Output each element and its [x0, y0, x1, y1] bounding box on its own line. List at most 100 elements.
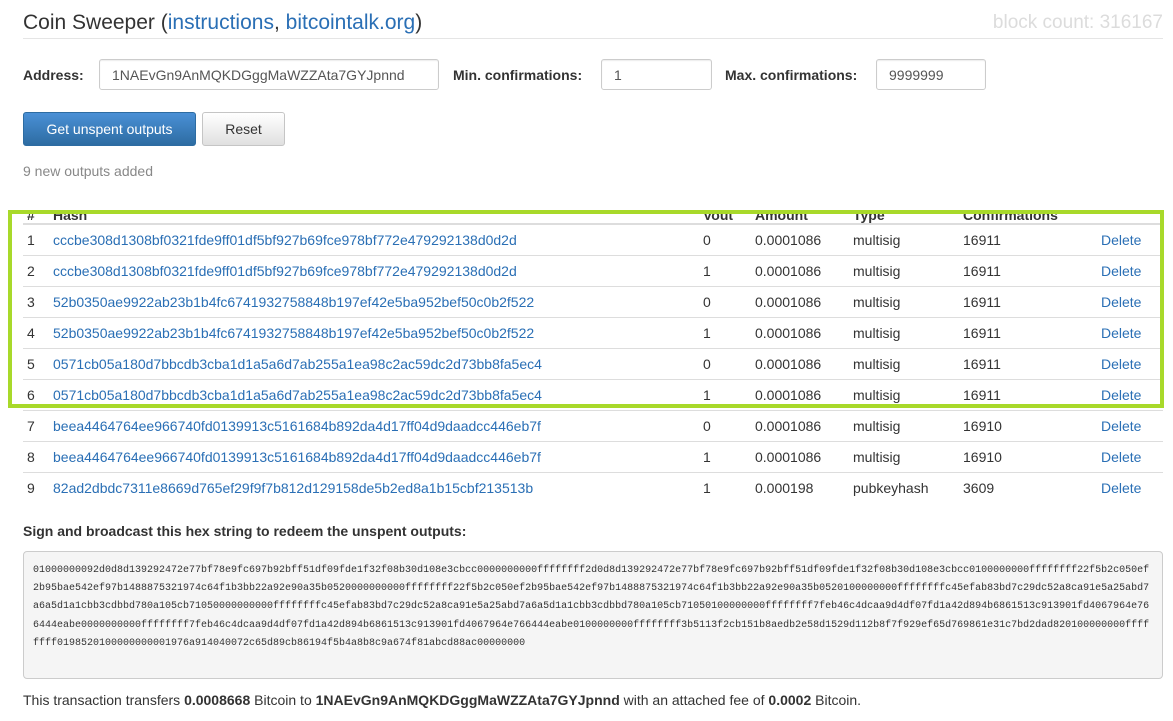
- tx-hash-link[interactable]: beea4464764ee966740fd0139913c5161684b892…: [53, 449, 541, 465]
- table-row: 8 beea4464764ee966740fd0139913c5161684b89…: [23, 441, 1163, 473]
- transaction-summary: This transaction transfers 0.0008668 Bit…: [23, 692, 862, 708]
- row-number: 5: [23, 348, 47, 380]
- page-title: Coin Sweeper (instructions, bitcointalk.…: [23, 11, 423, 34]
- amount-cell: 0.0001086: [749, 223, 847, 256]
- vout-cell: 0: [697, 410, 749, 442]
- table-row: 2 cccbe308d1308bf0321fde9ff01df5bf927b69f…: [23, 255, 1163, 287]
- row-number: 1: [23, 223, 47, 256]
- confirmations-cell: 16911: [957, 223, 1095, 256]
- delete-link[interactable]: Delete: [1101, 294, 1141, 310]
- max-confirmations-input[interactable]: [876, 59, 986, 90]
- table-row: 5 0571cb05a180d7bbcdb3cba1d1a5a6d7ab255a1…: [23, 348, 1163, 380]
- min-confirmations-input[interactable]: [601, 59, 712, 90]
- type-cell: multisig: [847, 317, 957, 349]
- confirmations-cell: 16910: [957, 410, 1095, 442]
- vout-cell: 1: [697, 317, 749, 349]
- cell-hash: cccbe308d1308bf0321fde9ff01df5bf927b69fc…: [47, 255, 697, 287]
- cell-hash: 82ad2dbdc7311e8669d765ef29f9f7b812d12915…: [47, 472, 697, 503]
- type-cell: multisig: [847, 286, 957, 318]
- tx-hash-link[interactable]: beea4464764ee966740fd0139913c5161684b892…: [53, 418, 541, 434]
- cell-action: Delete: [1095, 441, 1163, 473]
- hex-transaction-box[interactable]: 01000000092d0d8d139292472e77bf78e9fc697b…: [23, 551, 1163, 679]
- amount-cell: 0.0001086: [749, 410, 847, 442]
- sign-instructions: Sign and broadcast this hex string to re…: [23, 523, 467, 539]
- transfer-amount: 0.0008668: [184, 692, 251, 708]
- bitcointalk-link[interactable]: bitcointalk.org: [286, 11, 416, 34]
- tx-hash-link[interactable]: 52b0350ae9922ab23b1b4fc6741932758848b197…: [53, 294, 534, 310]
- row-number: 7: [23, 410, 47, 442]
- reset-button[interactable]: Reset: [202, 112, 285, 146]
- vout-cell: 1: [697, 472, 749, 503]
- column-header-amount: Amount: [749, 195, 847, 225]
- amount-cell: 0.0001086: [749, 441, 847, 473]
- address-input[interactable]: [99, 59, 439, 90]
- delete-link[interactable]: Delete: [1101, 449, 1141, 465]
- cell-action: Delete: [1095, 472, 1163, 503]
- column-header-actions: [1095, 195, 1163, 225]
- row-number: 4: [23, 317, 47, 349]
- app-name: Coin Sweeper: [23, 11, 155, 34]
- column-header-hash: Hash: [47, 195, 697, 225]
- fee-amount: 0.0002: [768, 692, 812, 708]
- min-confirmations-label: Min. confirmations:: [453, 67, 583, 83]
- delete-link[interactable]: Delete: [1101, 263, 1141, 279]
- confirmations-cell: 3609: [957, 472, 1095, 503]
- cell-action: Delete: [1095, 255, 1163, 287]
- column-header-number: #: [23, 195, 47, 225]
- confirmations-cell: 16911: [957, 255, 1095, 287]
- delete-link[interactable]: Delete: [1101, 418, 1141, 434]
- tx-hash-link[interactable]: 82ad2dbdc7311e8669d765ef29f9f7b812d12915…: [53, 480, 533, 496]
- cell-action: Delete: [1095, 379, 1163, 411]
- tx-hash-link[interactable]: 52b0350ae9922ab23b1b4fc6741932758848b197…: [53, 325, 534, 341]
- tx-hash-link[interactable]: cccbe308d1308bf0321fde9ff01df5bf927b69fc…: [53, 263, 517, 279]
- tx-hash-link[interactable]: 0571cb05a180d7bbcdb3cba1d1a5a6d7ab255a1e…: [53, 356, 542, 372]
- tx-hash-link[interactable]: 0571cb05a180d7bbcdb3cba1d1a5a6d7ab255a1e…: [53, 387, 542, 403]
- type-cell: pubkeyhash: [847, 472, 957, 503]
- cell-action: Delete: [1095, 286, 1163, 318]
- row-number: 2: [23, 255, 47, 287]
- type-cell: multisig: [847, 223, 957, 256]
- delete-link[interactable]: Delete: [1101, 232, 1141, 248]
- cell-hash: 0571cb05a180d7bbcdb3cba1d1a5a6d7ab255a1e…: [47, 379, 697, 411]
- instructions-link[interactable]: instructions: [168, 11, 274, 34]
- cell-hash: beea4464764ee966740fd0139913c5161684b892…: [47, 410, 697, 442]
- table-row: 6 0571cb05a180d7bbcdb3cba1d1a5a6d7ab255a1…: [23, 379, 1163, 411]
- table-row: 7 beea4464764ee966740fd0139913c5161684b89…: [23, 410, 1163, 442]
- type-cell: multisig: [847, 410, 957, 442]
- delete-link[interactable]: Delete: [1101, 387, 1141, 403]
- column-header-vout: Vout: [697, 195, 749, 225]
- row-number: 6: [23, 379, 47, 411]
- vout-cell: 0: [697, 348, 749, 380]
- row-number: 8: [23, 441, 47, 473]
- page-header: Coin Sweeper (instructions, bitcointalk.…: [23, 8, 1163, 39]
- status-message: 9 new outputs added: [23, 163, 153, 179]
- tx-hash-link[interactable]: cccbe308d1308bf0321fde9ff01df5bf927b69fc…: [53, 232, 517, 248]
- cell-hash: beea4464764ee966740fd0139913c5161684b892…: [47, 441, 697, 473]
- cell-action: Delete: [1095, 223, 1163, 256]
- address-label: Address:: [23, 67, 84, 83]
- confirmations-cell: 16911: [957, 348, 1095, 380]
- amount-cell: 0.0001086: [749, 286, 847, 318]
- amount-cell: 0.0001086: [749, 379, 847, 411]
- max-confirmations-label: Max. confirmations:: [725, 67, 858, 83]
- outputs-table: # Hash Vout Amount Type Confirmations 1c…: [23, 195, 1163, 503]
- amount-cell: 0.0001086: [749, 255, 847, 287]
- row-number: 9: [23, 472, 47, 503]
- column-header-confirmations: Confirmations: [957, 195, 1095, 225]
- table-row: 3 52b0350ae9922ab23b1b4fc6741932758848b19…: [23, 286, 1163, 318]
- cell-hash: cccbe308d1308bf0321fde9ff01df5bf927b69fc…: [47, 223, 697, 256]
- cell-hash: 0571cb05a180d7bbcdb3cba1d1a5a6d7ab255a1e…: [47, 348, 697, 380]
- get-unspent-outputs-button[interactable]: Get unspent outputs: [23, 112, 196, 146]
- confirmations-cell: 16911: [957, 379, 1095, 411]
- delete-link[interactable]: Delete: [1101, 325, 1141, 341]
- destination-address: 1NAEvGn9AnMQKDGggMaWZZAta7GYJpnnd: [315, 692, 620, 708]
- table-row: 1 cccbe308d1308bf0321fde9ff01df5bf927b69f…: [23, 223, 1163, 256]
- delete-link[interactable]: Delete: [1101, 356, 1141, 372]
- amount-cell: 0.000198: [749, 472, 847, 503]
- amount-cell: 0.0001086: [749, 317, 847, 349]
- amount-cell: 0.0001086: [749, 348, 847, 380]
- block-count: block count: 316167: [992, 12, 1163, 33]
- confirmations-cell: 16911: [957, 317, 1095, 349]
- delete-link[interactable]: Delete: [1101, 480, 1141, 496]
- cell-action: Delete: [1095, 348, 1163, 380]
